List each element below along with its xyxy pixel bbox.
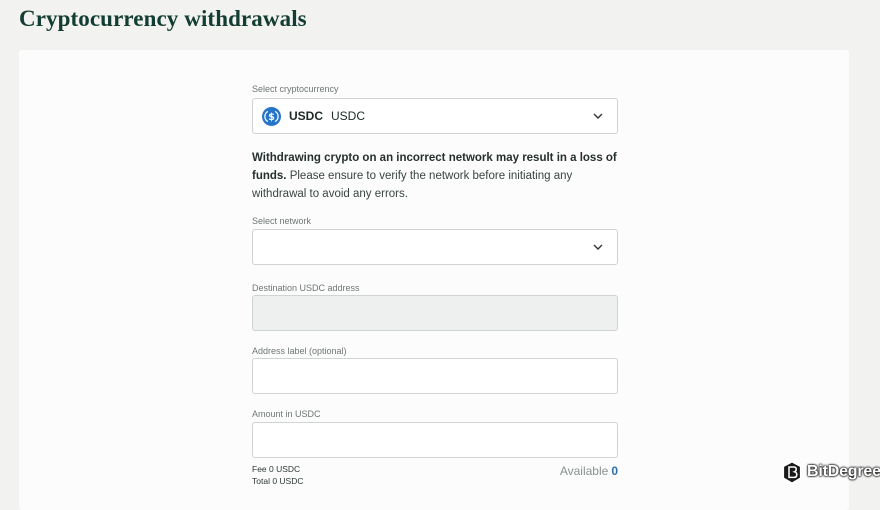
crypto-ticker: USDC <box>289 109 324 123</box>
destination-address-label: Destination USDC address <box>252 283 360 293</box>
network-warning: Withdrawing crypto on an incorrect netwo… <box>252 149 618 203</box>
address-label-field-label: Address label (optional) <box>252 346 347 356</box>
network-select-label: Select network <box>252 216 312 226</box>
chevron-down-icon <box>593 113 603 119</box>
bitdegree-watermark: BitDegree <box>782 460 880 484</box>
bitdegree-logo-icon <box>782 460 802 484</box>
crypto-select[interactable]: $ USDC USDC <box>252 98 618 134</box>
available-label: Available <box>559 464 609 478</box>
chevron-down-icon <box>593 244 603 250</box>
amount-label: Amount in USDC <box>252 409 321 419</box>
network-select[interactable] <box>252 229 618 265</box>
destination-address-input[interactable] <box>252 295 618 331</box>
amount-input[interactable] <box>252 422 618 458</box>
withdrawal-form: Select cryptocurrency $ USDC USDC Withdr… <box>252 83 618 497</box>
page-title: Cryptocurrency withdrawals <box>19 6 307 31</box>
available-balance: Available 0 <box>560 464 618 478</box>
svg-text:$: $ <box>268 112 275 123</box>
watermark-text: BitDegree <box>807 463 880 480</box>
warning-text: Please ensure to verify the network befo… <box>252 170 573 200</box>
available-value[interactable]: 0 <box>611 464 618 478</box>
withdrawal-summary: Fee 0 USDC Total 0 USDC Available 0 <box>252 463 618 497</box>
crypto-name: USDC <box>331 109 366 123</box>
crypto-select-label: Select cryptocurrency <box>252 84 339 94</box>
address-label-input[interactable] <box>252 358 618 394</box>
usdc-coin-icon: $ <box>262 107 281 126</box>
